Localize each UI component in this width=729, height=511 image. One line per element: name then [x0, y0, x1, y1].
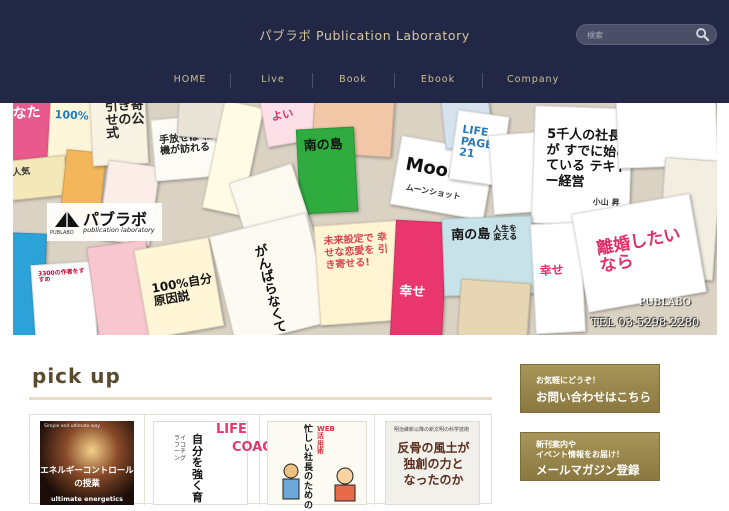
book-cover[interactable]: 明治維新以降の新文明の科学技術 反骨の風土が 独創の力と なったのか: [385, 421, 480, 505]
logo-small-text: PUBLABO: [50, 230, 74, 236]
book-cover: 幸せ: [390, 219, 448, 335]
site-header: パブラボ Publication Laboratory HOME Live Bo…: [0, 0, 729, 103]
contact-button-note: お気軽にどうぞ！: [536, 376, 600, 385]
book-cover: 引き寄せの公式: [89, 103, 149, 167]
book-title: の授業: [74, 479, 100, 489]
search-icon[interactable]: [695, 27, 710, 42]
book-cover[interactable]: ライフコーチング 自分を強く育 LIFE COACH: [153, 421, 283, 505]
book-subtitle: Simple and ultimate way: [44, 424, 101, 429]
book-title: LIFE: [216, 422, 247, 437]
book-title: 独創の力と: [403, 457, 464, 471]
nav-divider: [312, 73, 313, 88]
nav-item-company[interactable]: Company: [507, 74, 559, 85]
illustration-icon: [334, 467, 356, 502]
nav-divider: [230, 73, 231, 88]
nav-divider: [482, 73, 483, 88]
newsletter-button[interactable]: 新刊案内や イベント情報をお届け！ メールマガジン登録: [520, 432, 660, 481]
pickup-heading: pick up: [32, 364, 121, 388]
book-subtitle: ライフコーチング: [174, 435, 187, 462]
book-cover[interactable]: 忙しい社長のための WEB活用術: [267, 421, 367, 510]
book-cover: 離婚したいなら: [571, 193, 707, 313]
book-title: 忙しい社長のための: [304, 425, 314, 511]
book-cover[interactable]: Simple and ultimate way エネルギーコントロール の授業 …: [40, 421, 134, 505]
book-subtitle: ultimate energetics: [51, 495, 123, 503]
publabo-logo[interactable]: パブラボ publication laboratory PUBLABO: [47, 203, 162, 241]
phone-number: TEL 03-5298-2280: [591, 315, 700, 329]
nav-divider: [394, 73, 395, 88]
book-cover: [456, 278, 532, 335]
pickup-item[interactable]: 忙しい社長のための WEB活用術: [260, 415, 375, 510]
pen-nib-logo-icon: [55, 211, 79, 227]
pickup-item[interactable]: ライフコーチング 自分を強く育 LIFE COACH: [145, 415, 283, 505]
hero-banner: なた 100% 人気 引き寄せの公式 手放せば 転機が訪れる よい 南の島 Mo…: [13, 103, 717, 335]
nav-item-live[interactable]: Live: [258, 74, 288, 85]
book-cover: 3300の作者をすすめ: [30, 260, 98, 335]
book-subtitle: WEB活用術: [317, 425, 335, 456]
illustration-icon: [282, 463, 300, 500]
contact-button[interactable]: お気軽にどうぞ！ お問い合わせはこちら: [520, 364, 660, 413]
search-box: [576, 24, 717, 45]
newsletter-button-label: メールマガジン登録: [536, 463, 640, 477]
banner-publabo-mark: PUBLABO: [639, 297, 691, 308]
nav-item-book[interactable]: Book: [338, 74, 368, 85]
book-cover: 南の島: [295, 126, 359, 215]
pickup-grid: Simple and ultimate way エネルギーコントロール の授業 …: [29, 414, 492, 510]
book-title: エネルギーコントロール: [40, 466, 134, 476]
book-title: なったのか: [403, 473, 464, 487]
newsletter-button-note: イベント情報をお届け！: [536, 450, 624, 459]
book-title: 自分を強く育: [192, 433, 203, 504]
book-title: COACH: [232, 440, 283, 455]
book-cover: 100%自分原因説: [133, 237, 225, 335]
main-nav: HOME Live Book Ebook Company: [0, 66, 729, 94]
nav-item-ebook[interactable]: Ebook: [420, 74, 456, 85]
pickup-divider: [29, 397, 492, 400]
nav-item-home[interactable]: HOME: [172, 74, 208, 85]
logo-subtitle: publication laboratory: [83, 226, 155, 234]
contact-button-label: お問い合わせはこちら: [536, 390, 651, 404]
book-title: 反骨の風土が: [397, 441, 470, 455]
pickup-item[interactable]: 明治維新以降の新文明の科学技術 反骨の風土が 独創の力と なったのか: [375, 415, 490, 505]
book-subtitle: 明治維新以降の新文明の科学技術: [394, 427, 470, 433]
search-input[interactable]: [587, 28, 692, 42]
book-cover: 人気: [13, 154, 69, 202]
pickup-item[interactable]: Simple and ultimate way エネルギーコントロール の授業 …: [30, 415, 145, 505]
